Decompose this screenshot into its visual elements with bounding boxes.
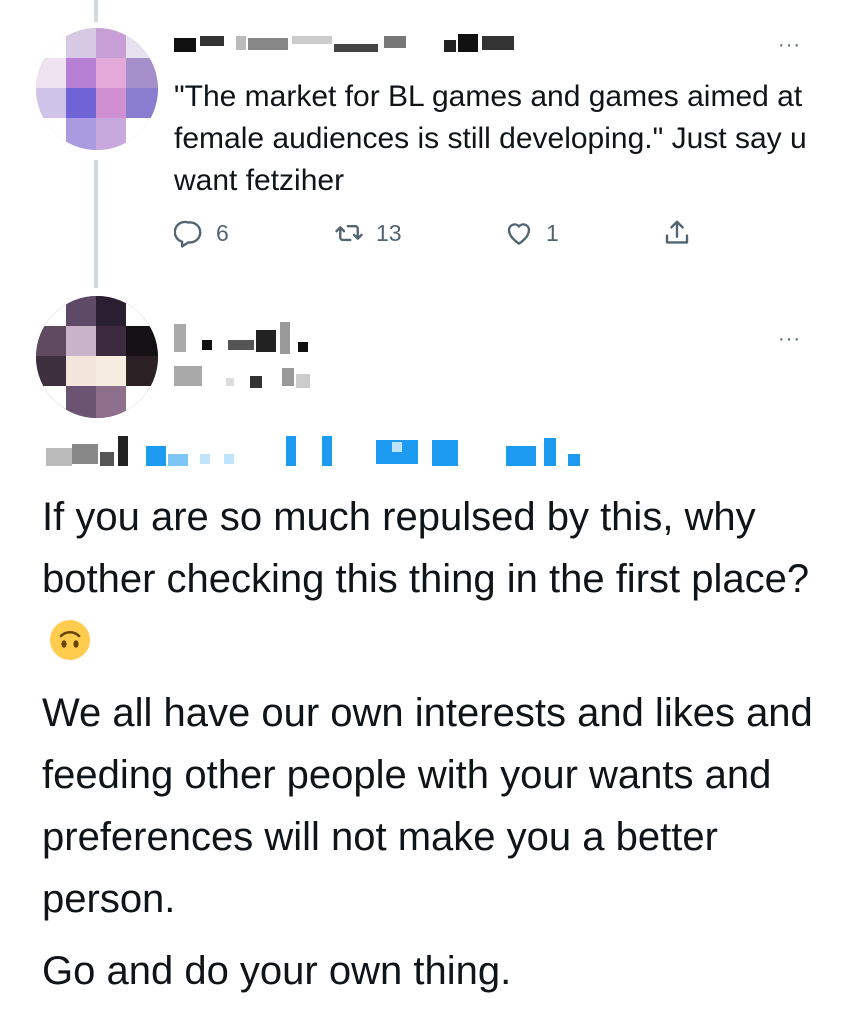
retweet-button[interactable]: 13 xyxy=(334,213,402,253)
tweet-2-paragraph-2: We all have our own interests and likes … xyxy=(42,691,813,921)
like-count: 1 xyxy=(546,219,559,246)
reply-count: 6 xyxy=(216,219,229,246)
share-icon xyxy=(665,220,689,244)
retweet-count: 13 xyxy=(376,219,402,246)
like-button[interactable]: 1 xyxy=(504,213,559,253)
retweet-icon xyxy=(335,224,363,242)
tweet-2-body: If you are so much repulsed by this, why… xyxy=(42,486,832,1012)
thread-line-top xyxy=(94,0,98,22)
thread-line-middle xyxy=(94,160,98,288)
tweet-1-avatar[interactable] xyxy=(36,28,158,150)
tweet-2-paragraph-3: Go and do your own thing. xyxy=(42,949,512,993)
reply-icon xyxy=(174,220,202,248)
tweet-2-paragraph-1: If you are so much repulsed by this, why… xyxy=(42,486,832,672)
tweet-1-text: "The market for BL games and games aimed… xyxy=(174,80,807,197)
share-button[interactable] xyxy=(662,213,692,253)
more-icon[interactable]: ··· xyxy=(778,329,801,349)
upside-down-face-emoji xyxy=(50,620,90,660)
reply-button[interactable]: 6 xyxy=(174,213,229,253)
tweet-1-actions: 6 13 1 xyxy=(174,213,734,253)
tweet-2-avatar[interactable] xyxy=(36,296,158,418)
more-icon[interactable]: ··· xyxy=(778,35,801,55)
heart-icon xyxy=(507,223,531,245)
